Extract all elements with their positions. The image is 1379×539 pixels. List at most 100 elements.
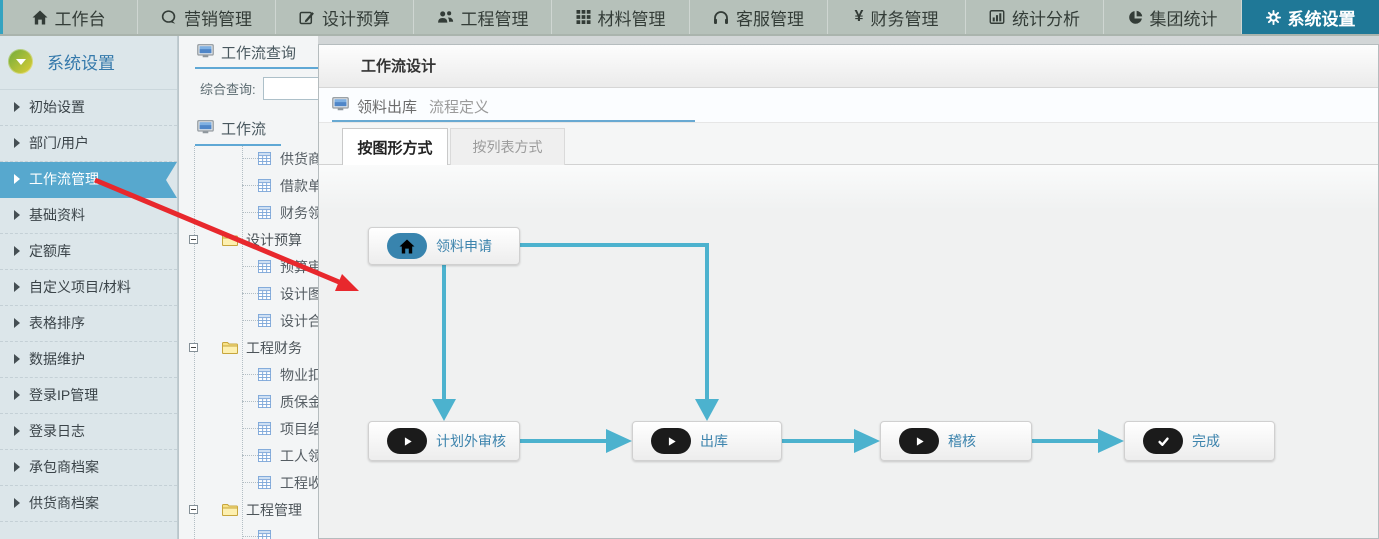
sidebar-item-8[interactable]: 数据维护 [0,342,177,378]
tree-label: 质保金 [280,392,322,412]
tree-item[interactable]: 项目结 [179,415,319,442]
table-icon [258,314,271,327]
sidebar-item-label: 承包商档案 [29,459,99,475]
nav-item-6[interactable]: 客服管理 [690,0,828,34]
nav-item-label: 财务管理 [870,5,938,30]
nav-item-7[interactable]: ¥财务管理 [828,0,966,34]
nav-item-5[interactable]: 材料管理 [552,0,690,34]
nav-item-1[interactable]: 工作台 [0,0,138,34]
tree-item[interactable]: 预算审 [179,253,319,280]
tree-item[interactable]: 财务领 [179,199,319,226]
tree-item[interactable]: 质保金 [179,388,319,415]
sidebar-item-2[interactable]: 部门/用户 [0,126,177,162]
nav-item-9[interactable]: 集团统计 [1104,0,1242,34]
nav-item-3[interactable]: 设计预算 [276,0,414,34]
tree-item[interactable] [179,523,319,539]
sidebar-item-11[interactable]: 承包商档案 [0,450,177,486]
table-icon [258,422,271,435]
home-icon [32,10,48,25]
tree-label: 设计图 [280,284,322,304]
nav-item-10[interactable]: 系统设置 [1242,0,1379,34]
search-label: 综合查询: [200,79,256,98]
flow-connectors [319,165,1378,538]
expander-minus-icon[interactable] [189,343,198,352]
chat-icon [161,10,177,25]
tree-folder[interactable]: 工程管理 [179,496,319,523]
nav-item-2[interactable]: 营销管理 [138,0,276,34]
flow-canvas[interactable]: 领料申请计划外审核 出库 稽核 完成 [319,165,1378,538]
tree-item[interactable]: 工人领 [179,442,319,469]
sidebar-item-label: 表格排序 [29,315,85,331]
sidebar: 系统设置 初始设置部门/用户工作流管理基础资料定额库自定义项目/材料表格排序数据… [0,34,178,539]
triangle-right-icon [14,498,20,508]
flow-node-step-1[interactable]: 计划外审核 [368,421,520,461]
nav-accent-stripe [0,0,3,34]
sidebar-item-label: 登录日志 [29,423,85,439]
sidebar-item-12[interactable]: 供货商档案 [0,486,177,522]
triangle-right-icon [14,282,20,292]
sidebar-item-7[interactable]: 表格排序 [0,306,177,342]
sidebar-item-4[interactable]: 基础资料 [0,198,177,234]
document-subtitle: 流程定义 [429,96,489,117]
tree-connector [242,374,258,375]
triangle-right-icon [14,102,20,112]
nav-item-4[interactable]: 工程管理 [414,0,552,34]
chart-bar-icon [989,10,1005,24]
triangle-right-icon [14,210,20,220]
tree-label: 供货商 [280,149,322,169]
tree-folder[interactable]: 设计预算 [179,226,319,253]
sidebar-header[interactable]: 系统设置 [0,34,177,90]
flow-node-label: 出库 [700,431,728,451]
tree-label: 预算审 [280,257,322,277]
sidebar-item-9[interactable]: 登录IP管理 [0,378,177,414]
sidebar-item-1[interactable]: 初始设置 [0,90,177,126]
view-tabs: 按图形方式按列表方式 [319,123,1378,165]
tab-2[interactable]: 按列表方式 [450,128,565,165]
tree-item[interactable]: 物业扣 [179,361,319,388]
nav-item-8[interactable]: 统计分析 [966,0,1104,34]
triangle-right-icon [14,174,20,184]
tree-connector [242,536,258,537]
dialog-top-strip [318,36,1379,44]
tree-item[interactable]: 供货商 [179,145,319,172]
flow-node-step-3[interactable]: 稽核 [880,421,1032,461]
tree-connector [242,320,258,321]
tree-item[interactable]: 设计合 [179,307,319,334]
table-icon [258,368,271,381]
flow-node-step-2[interactable]: 出库 [632,421,782,461]
tree-label: 项目结 [280,419,322,439]
table-icon [258,449,271,462]
headset-icon [713,10,729,25]
expander-minus-icon[interactable] [189,235,198,244]
tree-label: 工人领 [280,446,322,466]
table-icon [258,287,271,300]
section-title: 工作流查询 [221,42,296,63]
nav-item-label: 设计预算 [322,5,390,30]
home-icon [387,233,427,259]
triangle-right-icon [14,246,20,256]
collapse-circle-icon[interactable] [8,49,33,74]
tree-item[interactable]: 设计图 [179,280,319,307]
table-icon [258,530,271,539]
expander-minus-icon[interactable] [189,505,198,514]
document-underline [332,120,695,122]
nav-item-label: 工程管理 [461,5,529,30]
sidebar-item-10[interactable]: 登录日志 [0,414,177,450]
document-title: 领料出库 [357,96,417,117]
app-root: 工作台营销管理设计预算工程管理材料管理客服管理¥财务管理统计分析集团统计系统设置… [0,0,1379,539]
tree-connector [242,482,258,483]
flow-node-start[interactable]: 领料申请 [368,227,520,265]
sidebar-item-5[interactable]: 定额库 [0,234,177,270]
tree-item[interactable]: 工程收 [179,469,319,496]
sidebar-item-6[interactable]: 自定义项目/材料 [0,270,177,306]
tab-1[interactable]: 按图形方式 [342,128,448,165]
section-title: 工作流 [221,118,266,139]
flow-node-step-4[interactable]: 完成 [1124,421,1275,461]
monitor-icon [197,120,214,138]
sidebar-item-label: 登录IP管理 [29,387,98,403]
sidebar-item-3[interactable]: 工作流管理 [0,162,177,198]
tree-folder[interactable]: 工程财务 [179,334,319,361]
table-icon [258,395,271,408]
tree-item[interactable]: 借款单 [179,172,319,199]
flow-node-label: 完成 [1192,431,1220,451]
